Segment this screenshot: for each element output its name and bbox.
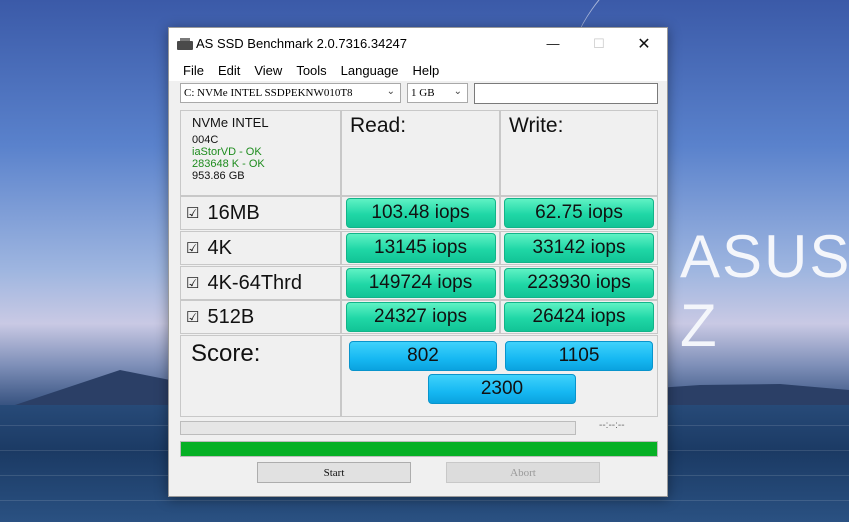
score-write: 1105 [505, 341, 653, 371]
drive-info-panel: NVMe INTEL 004C iaStorVD - OK 283648 K -… [180, 110, 341, 196]
read-header: Read: [341, 110, 500, 196]
overall-progress-fill [181, 442, 657, 456]
window-title: AS SSD Benchmark 2.0.7316.34247 [196, 36, 408, 51]
menu-tools[interactable]: Tools [289, 63, 333, 78]
menu-file[interactable]: File [169, 63, 211, 78]
read-result-16mb: 103.48 iops [345, 198, 496, 228]
drive-select[interactable]: C: NVMe INTEL SSDPEKNW010T8 ⌄ [180, 83, 401, 103]
menu-bar: File Edit View Tools Language Help [169, 59, 667, 81]
drive-capacity: 953.86 GB [192, 170, 245, 182]
menu-language[interactable]: Language [334, 63, 406, 78]
write-result-cell: 62.75 iops [500, 196, 658, 230]
minimize-button[interactable]: — [530, 28, 576, 59]
score-panel: 802 1105 2300 [341, 335, 658, 417]
read-result-cell: 103.48 iops [341, 196, 500, 230]
chevron-down-icon: ⌄ [453, 86, 462, 97]
row-16mb-label[interactable]: ☑ 16MB [180, 196, 341, 230]
write-result-cell: 33142 iops [500, 231, 658, 265]
results-grid: NVMe INTEL 004C iaStorVD - OK 283648 K -… [180, 110, 658, 417]
test-progress-bar [180, 421, 576, 435]
score-read: 802 [349, 341, 497, 371]
driver-status: iaStorVD - OK [192, 146, 262, 158]
write-result-4k: 33142 iops [504, 233, 654, 263]
write-header: Write: [500, 110, 658, 196]
maximize-button[interactable]: ☐ [576, 28, 622, 59]
menu-edit[interactable]: Edit [211, 63, 247, 78]
app-drive-icon [177, 37, 193, 50]
test-name: 512B [207, 305, 255, 328]
checkbox-icon[interactable]: ☑ [186, 239, 199, 257]
score-label: Score: [180, 335, 341, 417]
overall-progress-bar [180, 441, 658, 457]
elapsed-timer: --:--:-- [599, 420, 625, 431]
test-name: 16MB [207, 201, 260, 224]
row-4k-label[interactable]: ☑ 4K [180, 231, 341, 265]
test-size-value: 1 GB [411, 87, 435, 99]
menu-view[interactable]: View [247, 63, 289, 78]
checkbox-icon[interactable]: ☑ [186, 204, 199, 222]
title-bar[interactable]: AS SSD Benchmark 2.0.7316.34247 — ☐ ✕ [169, 28, 667, 59]
drive-model: NVMe INTEL [192, 115, 269, 130]
chevron-down-icon: ⌄ [386, 86, 395, 97]
row-4k-64thrd-label[interactable]: ☑ 4K-64Thrd [180, 266, 341, 300]
write-result-cell: 26424 iops [500, 300, 658, 334]
test-size-select[interactable]: 1 GB ⌄ [407, 83, 468, 103]
text-field[interactable] [474, 83, 658, 104]
background-brand-text: ASUS Z [680, 223, 849, 359]
read-result-cell: 24327 iops [341, 300, 500, 334]
test-name: 4K [207, 236, 232, 259]
read-result-4k: 13145 iops [345, 233, 496, 263]
close-button[interactable]: ✕ [621, 28, 667, 59]
read-result-cell: 149724 iops [341, 266, 500, 300]
read-result-512b: 24327 iops [345, 302, 496, 332]
menu-help[interactable]: Help [406, 63, 447, 78]
drive-firmware: 004C [192, 134, 219, 146]
test-name: 4K-64Thrd [207, 271, 302, 294]
abort-button[interactable]: Abort [446, 462, 600, 483]
read-result-cell: 13145 iops [341, 231, 500, 265]
score-total: 2300 [428, 374, 576, 404]
write-result-cell: 223930 iops [500, 266, 658, 300]
write-result-512b: 26424 iops [504, 302, 654, 332]
checkbox-icon[interactable]: ☑ [186, 308, 199, 326]
checkbox-icon[interactable]: ☑ [186, 274, 199, 292]
start-button[interactable]: Start [257, 462, 411, 483]
drive-select-value: C: NVMe INTEL SSDPEKNW010T8 [184, 87, 353, 99]
row-512b-label[interactable]: ☑ 512B [180, 300, 341, 334]
read-result-4k-64thrd: 149724 iops [345, 268, 496, 298]
write-result-4k-64thrd: 223930 iops [504, 268, 654, 298]
write-result-16mb: 62.75 iops [504, 198, 654, 228]
benchmark-window: AS SSD Benchmark 2.0.7316.34247 — ☐ ✕ Fi… [168, 27, 668, 497]
alignment-status: 283648 K - OK [192, 158, 265, 170]
toolbar: C: NVMe INTEL SSDPEKNW010T8 ⌄ 1 GB ⌄ [180, 83, 660, 105]
